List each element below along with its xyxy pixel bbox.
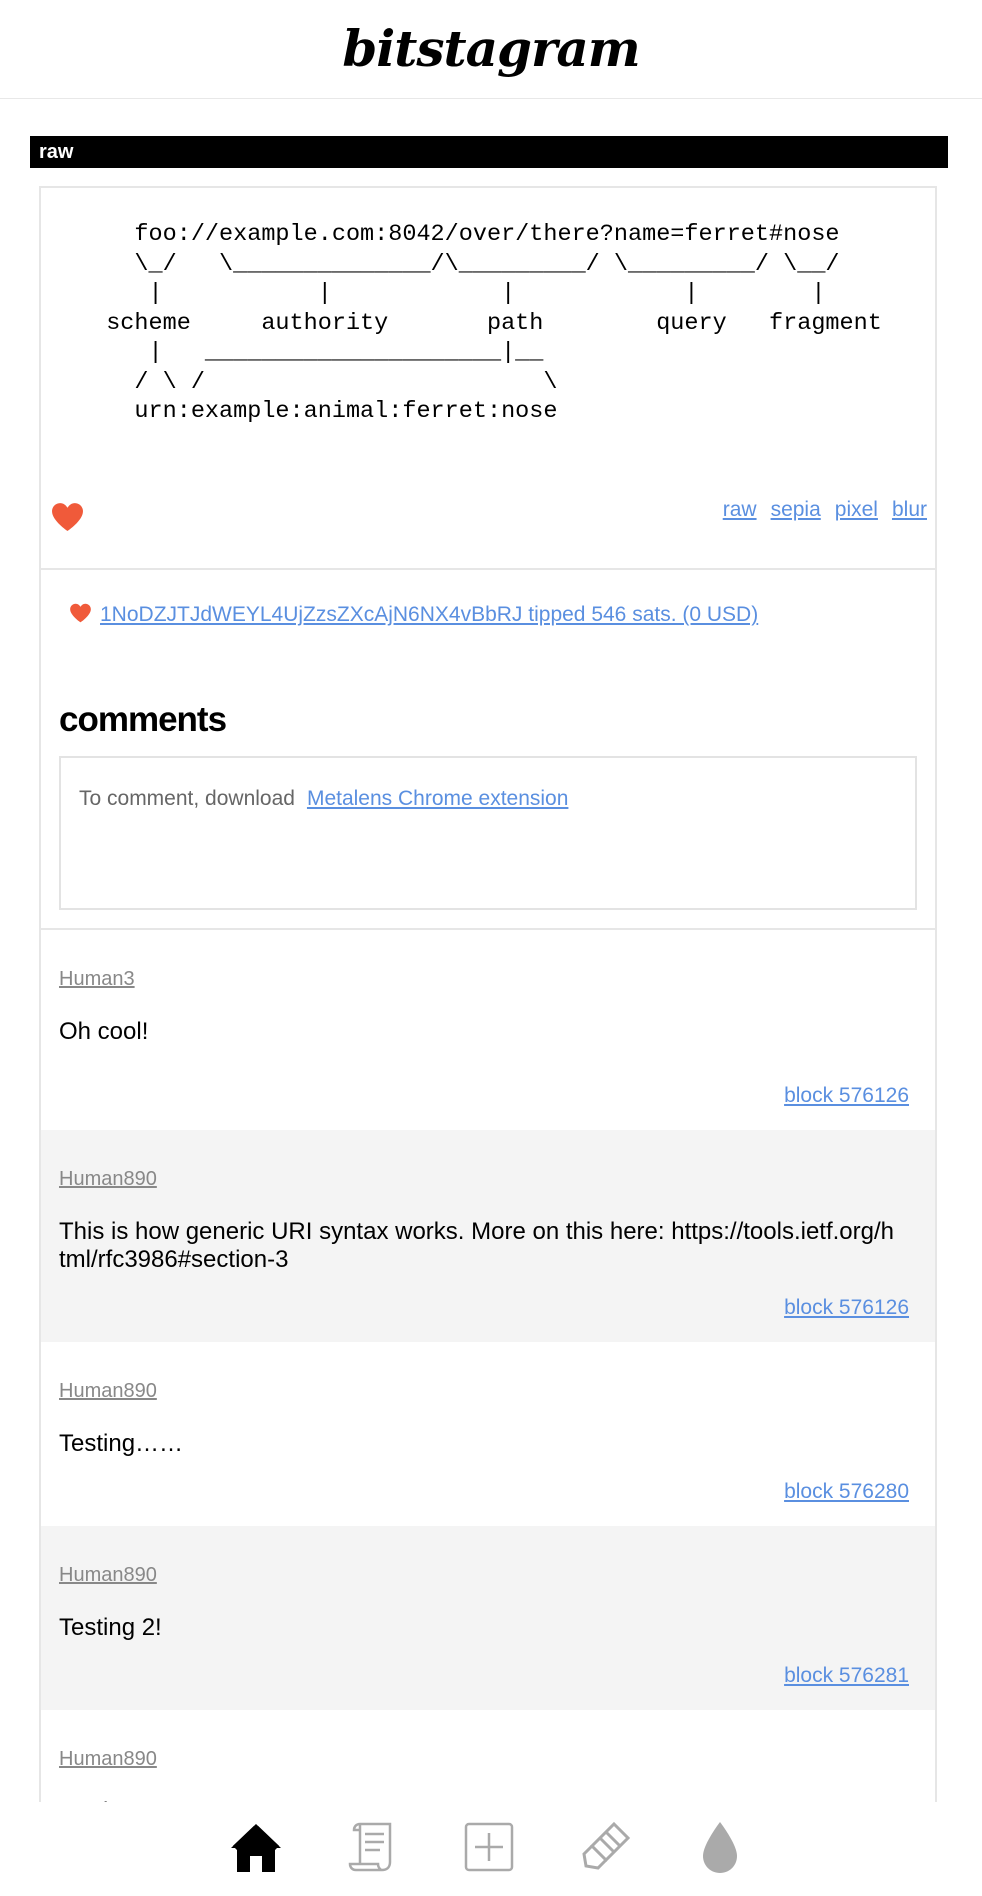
tip-row: 1NoDZJTJdWEYL4UjZzsZXcAjN6NX4vBbRJ tippe… [41, 570, 935, 650]
post-card: foo://example.com:8042/over/there?name=f… [39, 186, 937, 1802]
home-icon[interactable] [227, 1818, 285, 1876]
tip-link[interactable]: 1NoDZJTJdWEYL4UjZzsZXcAjN6NX4vBbRJ tippe… [100, 603, 758, 626]
scroll-icon[interactable] [344, 1818, 402, 1876]
comment-author[interactable]: Human890 [59, 1342, 917, 1403]
post-content: foo://example.com:8042/over/there?name=f… [106, 221, 882, 425]
comment-item: Human890 Testing…… block 576280 [41, 1342, 935, 1526]
comment-item: Human890 This is how generic URI syntax … [41, 1130, 935, 1342]
filter-raw-link[interactable]: raw [723, 498, 757, 521]
comment-text: Testing…… [59, 1430, 184, 1457]
comment-text: Testing 3! [59, 1771, 917, 1802]
app-logo[interactable]: bitstagram [342, 19, 640, 78]
comments-title: comments [59, 700, 227, 739]
post-type-label: raw [30, 136, 948, 168]
bottom-nav [0, 1802, 982, 1896]
heart-icon[interactable] [51, 502, 84, 532]
comment-item: Human890 Testing 2! block 576281 [41, 1526, 935, 1710]
comment-author[interactable]: Human890 [59, 1130, 917, 1191]
filter-blur-link[interactable]: blur [892, 498, 927, 521]
comment-author[interactable]: Human3 [59, 930, 917, 991]
comment-block-link[interactable]: block 576126 [784, 1084, 909, 1108]
add-icon[interactable] [460, 1818, 518, 1876]
extension-link[interactable]: Metalens Chrome extension [307, 787, 568, 810]
filter-links: raw sepia pixel blur [709, 498, 927, 522]
filter-sepia-link[interactable]: sepia [771, 498, 821, 521]
comment-item: Human890 Testing 3! [41, 1710, 935, 1802]
comment-block-link[interactable]: block 576126 [784, 1296, 909, 1320]
heart-small-icon [70, 603, 91, 623]
comment-text: Oh cool! [59, 1018, 149, 1045]
comment-author[interactable]: Human890 [59, 1710, 917, 1771]
comment-box: To comment, download Metalens Chrome exte… [59, 756, 917, 910]
comment-item: Human3 Oh cool! block 576126 [41, 930, 935, 1130]
comment-prompt: To comment, download [79, 787, 295, 810]
post-actions: raw sepia pixel blur [41, 478, 935, 570]
filter-pixel-link[interactable]: pixel [835, 498, 878, 521]
app-header: bitstagram [0, 0, 982, 99]
comment-author[interactable]: Human890 [59, 1526, 917, 1587]
brush-icon[interactable] [576, 1818, 634, 1876]
comment-text: Testing 2! [59, 1614, 162, 1641]
comment-block-link[interactable]: block 576281 [784, 1664, 909, 1688]
comment-block-link[interactable]: block 576280 [784, 1480, 909, 1504]
drop-icon[interactable] [691, 1818, 749, 1876]
comment-text: This is how generic URI syntax works. Mo… [59, 1218, 895, 1273]
